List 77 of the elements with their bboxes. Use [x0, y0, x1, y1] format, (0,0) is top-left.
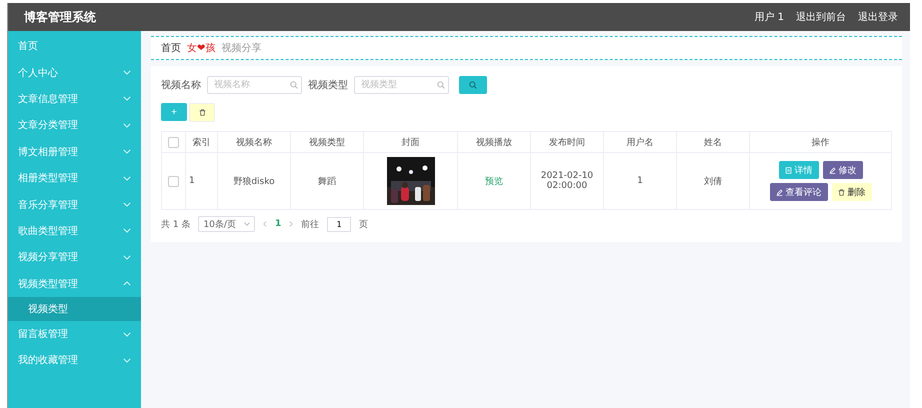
- header-link[interactable]: 退出登录: [858, 10, 898, 24]
- preview-link[interactable]: 预览: [485, 176, 503, 186]
- search-button[interactable]: [459, 76, 487, 94]
- page-size-select[interactable]: 10条/页: [198, 216, 255, 232]
- checkbox[interactable]: [168, 176, 179, 186]
- page-number[interactable]: 1: [274, 219, 282, 229]
- chevron-down-icon: [244, 222, 250, 226]
- sidebar-item[interactable]: 我的收藏管理: [8, 347, 141, 374]
- chevron-down-icon: [123, 358, 131, 363]
- edit-button[interactable]: 修改: [822, 161, 862, 179]
- search-icon: [437, 81, 445, 89]
- chevron-down-icon: [123, 70, 131, 76]
- search-field[interactable]: 视频类型: [354, 76, 449, 94]
- table-cell: 1: [186, 152, 218, 210]
- edit-button[interactable]: 查看评论: [770, 183, 828, 201]
- goto-label: 前往: [301, 218, 320, 230]
- table-cell: 野狼disko: [218, 152, 290, 210]
- table-cell: 1: [604, 152, 676, 210]
- trash-icon: [838, 188, 844, 196]
- column-header: 视频播放: [458, 132, 530, 152]
- column-header: 发布时间: [530, 132, 604, 152]
- total-count: 共 1 条: [161, 218, 190, 230]
- checkbox[interactable]: [168, 136, 179, 148]
- trash-icon: [198, 109, 206, 116]
- previous-page-icon[interactable]: [262, 221, 267, 227]
- sidebar-subitem[interactable]: 视频类型: [8, 296, 141, 321]
- breadcrumb-item[interactable]: 首页: [161, 41, 181, 55]
- field-label: 视频名称: [161, 78, 201, 92]
- document-icon: [784, 166, 792, 174]
- sidebar-item[interactable]: 视频分享管理: [8, 244, 141, 271]
- pencil-icon: [776, 188, 782, 196]
- column-header: 姓名: [676, 132, 750, 152]
- breadcrumb-item: 女❤孩: [187, 42, 216, 55]
- sidebar-item[interactable]: 首页: [8, 33, 141, 60]
- sidebar-item[interactable]: 音乐分享管理: [8, 191, 141, 218]
- column-header: 视频类型: [290, 132, 364, 152]
- column-header: 操作: [750, 132, 892, 152]
- chevron-down-icon: [123, 254, 131, 260]
- table-cell: 刘倩: [676, 152, 750, 210]
- sidebar-item[interactable]: 文章信息管理: [8, 86, 141, 112]
- search-field[interactable]: 视频名称: [207, 76, 302, 94]
- sidebar-item[interactable]: 相册类型管理: [8, 164, 141, 192]
- sidebar-item[interactable]: 留言板管理: [8, 320, 141, 348]
- sidebar-item[interactable]: 文章分类管理: [8, 112, 141, 139]
- chevron-down-icon: [123, 149, 131, 154]
- page-input[interactable]: 1: [327, 216, 352, 232]
- header-link[interactable]: 退出到前台: [796, 10, 846, 24]
- app-title: 博客管理系统: [24, 8, 96, 26]
- chevron-down-icon: [123, 202, 131, 208]
- chevron-down-icon: [123, 176, 131, 181]
- column-header: 封面: [364, 132, 458, 152]
- next-page-icon[interactable]: [289, 221, 294, 227]
- delete-button[interactable]: 删除: [832, 183, 872, 201]
- pencil-icon: [828, 166, 836, 174]
- sidebar-item[interactable]: 视频类型管理: [8, 270, 141, 297]
- breadcrumb-item: 视频分享: [221, 42, 262, 55]
- column-header: 视频名称: [218, 132, 290, 152]
- search-icon: [290, 81, 298, 89]
- delete-button[interactable]: [189, 103, 215, 122]
- header-link[interactable]: 用户 1: [754, 10, 784, 24]
- table-cell: 2021-02-10 02:00:00: [530, 152, 604, 210]
- add-button[interactable]: +: [161, 103, 187, 121]
- column-header: 用户名: [604, 132, 676, 152]
- sidebar-item[interactable]: 歌曲类型管理: [8, 218, 141, 244]
- chevron-down-icon: [123, 228, 131, 234]
- detail-button[interactable]: 详情: [778, 161, 818, 179]
- sidebar-item[interactable]: 个人中心: [8, 59, 141, 86]
- column-header: 索引: [186, 132, 218, 152]
- table-cell: 舞蹈: [290, 152, 364, 210]
- search-icon: [469, 81, 477, 89]
- chevron-up-icon: [123, 281, 131, 286]
- chevron-down-icon: [123, 332, 131, 337]
- field-label: 视频类型: [308, 78, 348, 92]
- chevron-down-icon: [123, 96, 131, 102]
- sidebar-item[interactable]: 博文相册管理: [8, 138, 141, 165]
- chevron-down-icon: [123, 122, 131, 128]
- page-suffix: 页: [359, 218, 368, 230]
